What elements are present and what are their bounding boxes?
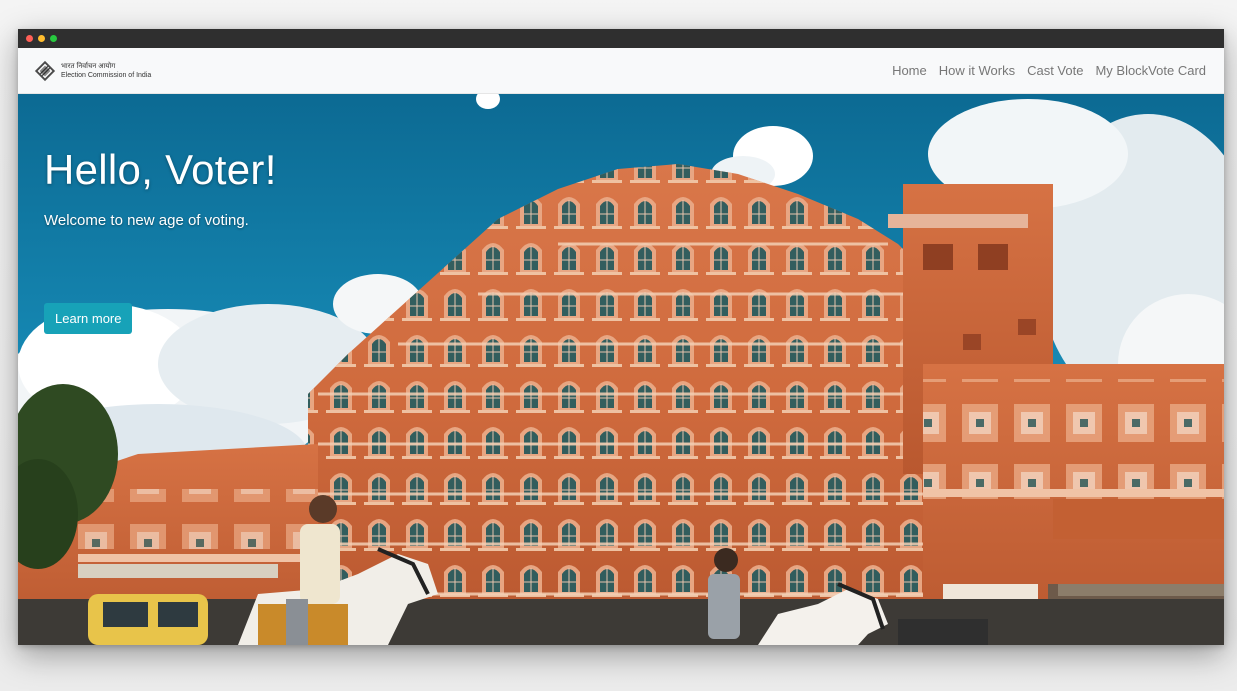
top-navbar: भारत निर्वाचन आयोग Election Commission o… (18, 48, 1224, 94)
brand-hindi-name: भारत निर्वाचन आयोग (61, 62, 116, 70)
brand[interactable]: भारत निर्वाचन आयोग Election Commission o… (34, 60, 151, 82)
hero-subtitle: Welcome to new age of voting. (44, 212, 249, 229)
maximize-window-button[interactable] (50, 35, 57, 42)
minimize-window-button[interactable] (38, 35, 45, 42)
brand-text: भारत निर्वाचन आयोग Election Commission o… (61, 62, 151, 80)
nav-links: Home How it Works Cast Vote My BlockVote… (892, 63, 1206, 78)
hero-section: Hello, Voter! Welcome to new age of voti… (18, 94, 1224, 645)
hero-text: Hello, Voter! Welcome to new age of voti… (44, 146, 277, 229)
eci-ballot-logo-icon (34, 60, 56, 81)
page-background: भारत निर्वाचन आयोग Election Commission o… (0, 0, 1237, 691)
close-window-button[interactable] (26, 35, 33, 42)
nav-cast-vote-link[interactable]: Cast Vote (1027, 63, 1083, 78)
browser-window: भारत निर्वाचन आयोग Election Commission o… (18, 29, 1224, 645)
learn-more-button[interactable]: Learn more (44, 303, 133, 334)
nav-blockvote-card-link[interactable]: My BlockVote Card (1095, 63, 1206, 78)
nav-home-link[interactable]: Home (892, 63, 927, 78)
brand-english-name: Election Commission of India (61, 71, 152, 79)
nav-how-it-works-link[interactable]: How it Works (939, 63, 1015, 78)
hero-title: Hello, Voter! (44, 146, 277, 193)
window-titlebar (18, 29, 1224, 48)
